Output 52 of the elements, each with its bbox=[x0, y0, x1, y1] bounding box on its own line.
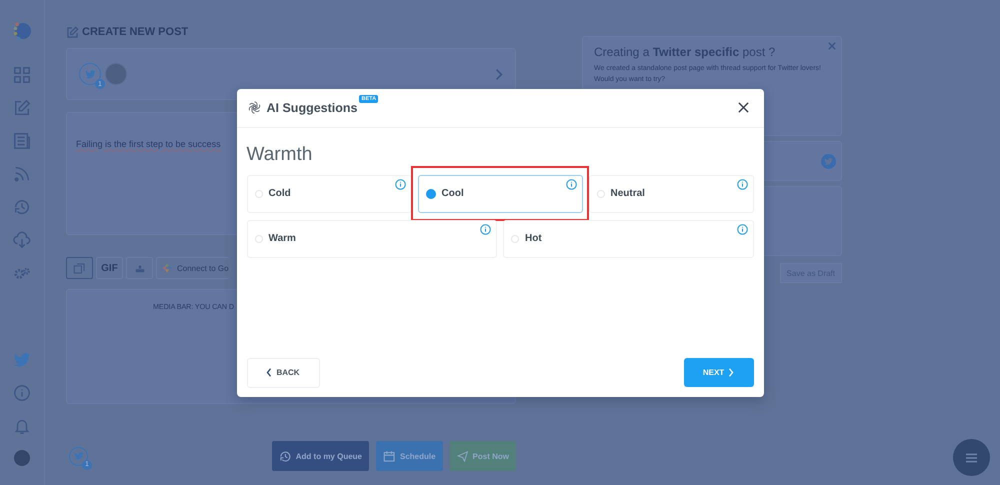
chevron-right-icon[interactable] bbox=[495, 68, 503, 80]
document-icon[interactable] bbox=[13, 132, 31, 150]
rss-icon[interactable] bbox=[13, 165, 31, 183]
warmth-option[interactable]: Hot bbox=[503, 220, 754, 258]
twitter-icon bbox=[84, 68, 96, 80]
edit-icon[interactable] bbox=[13, 99, 31, 117]
twitter-icon[interactable] bbox=[13, 351, 31, 369]
radio-button[interactable] bbox=[426, 188, 436, 198]
queue-button[interactable]: Add to my Queue bbox=[272, 441, 369, 471]
avatar[interactable] bbox=[14, 450, 30, 466]
dialog-title: AI Suggestions bbox=[266, 100, 358, 114]
close-icon[interactable] bbox=[738, 102, 748, 113]
twitter-icon bbox=[821, 154, 836, 168]
info-icon[interactable] bbox=[736, 224, 748, 234]
back-button[interactable]: BACK bbox=[246, 358, 320, 388]
warmth-option[interactable]: Warm bbox=[246, 220, 497, 258]
account-avatar[interactable] bbox=[105, 63, 127, 85]
option-label: Hot bbox=[525, 233, 542, 244]
upload-button[interactable] bbox=[126, 257, 153, 279]
pinwheel-icon bbox=[161, 262, 173, 274]
menu-button[interactable] bbox=[953, 439, 990, 476]
next-button[interactable]: NEXT bbox=[684, 358, 754, 386]
option-label: Warm bbox=[268, 233, 296, 244]
warmth-option[interactable]: Cool bbox=[418, 174, 582, 212]
chevron-right-icon bbox=[728, 368, 734, 376]
section-heading: Warmth bbox=[246, 144, 314, 166]
refresh-icon[interactable] bbox=[13, 198, 31, 216]
info-icon[interactable] bbox=[13, 384, 31, 402]
schedule-button[interactable]: Schedule bbox=[376, 441, 443, 471]
cloud-download-icon[interactable] bbox=[13, 231, 31, 249]
images-icon bbox=[73, 262, 86, 274]
info-icon[interactable] bbox=[736, 178, 748, 190]
post-text: Failing is the first step to be success bbox=[76, 139, 221, 149]
option-label: Cold bbox=[268, 188, 291, 199]
option-label: Cool bbox=[442, 188, 464, 199]
chevron-left-icon bbox=[266, 368, 272, 377]
warmth-option[interactable]: Cold bbox=[246, 174, 412, 212]
send-icon bbox=[457, 450, 469, 462]
image-button[interactable] bbox=[66, 257, 93, 279]
twitter-icon bbox=[74, 451, 84, 461]
warmth-option[interactable]: Neutral bbox=[588, 174, 754, 212]
info-icon[interactable] bbox=[566, 178, 576, 190]
info-icon[interactable] bbox=[480, 224, 491, 234]
dashboard-icon[interactable] bbox=[13, 66, 31, 84]
info-icon[interactable] bbox=[394, 178, 406, 190]
post-now-button[interactable]: Post Now bbox=[450, 441, 516, 471]
menu-icon bbox=[966, 452, 977, 462]
calendar-icon bbox=[383, 450, 396, 462]
refresh-clock-icon bbox=[279, 450, 292, 462]
option-label: Neutral bbox=[610, 188, 645, 199]
bell-icon[interactable] bbox=[13, 417, 31, 435]
edit-icon bbox=[66, 26, 79, 38]
